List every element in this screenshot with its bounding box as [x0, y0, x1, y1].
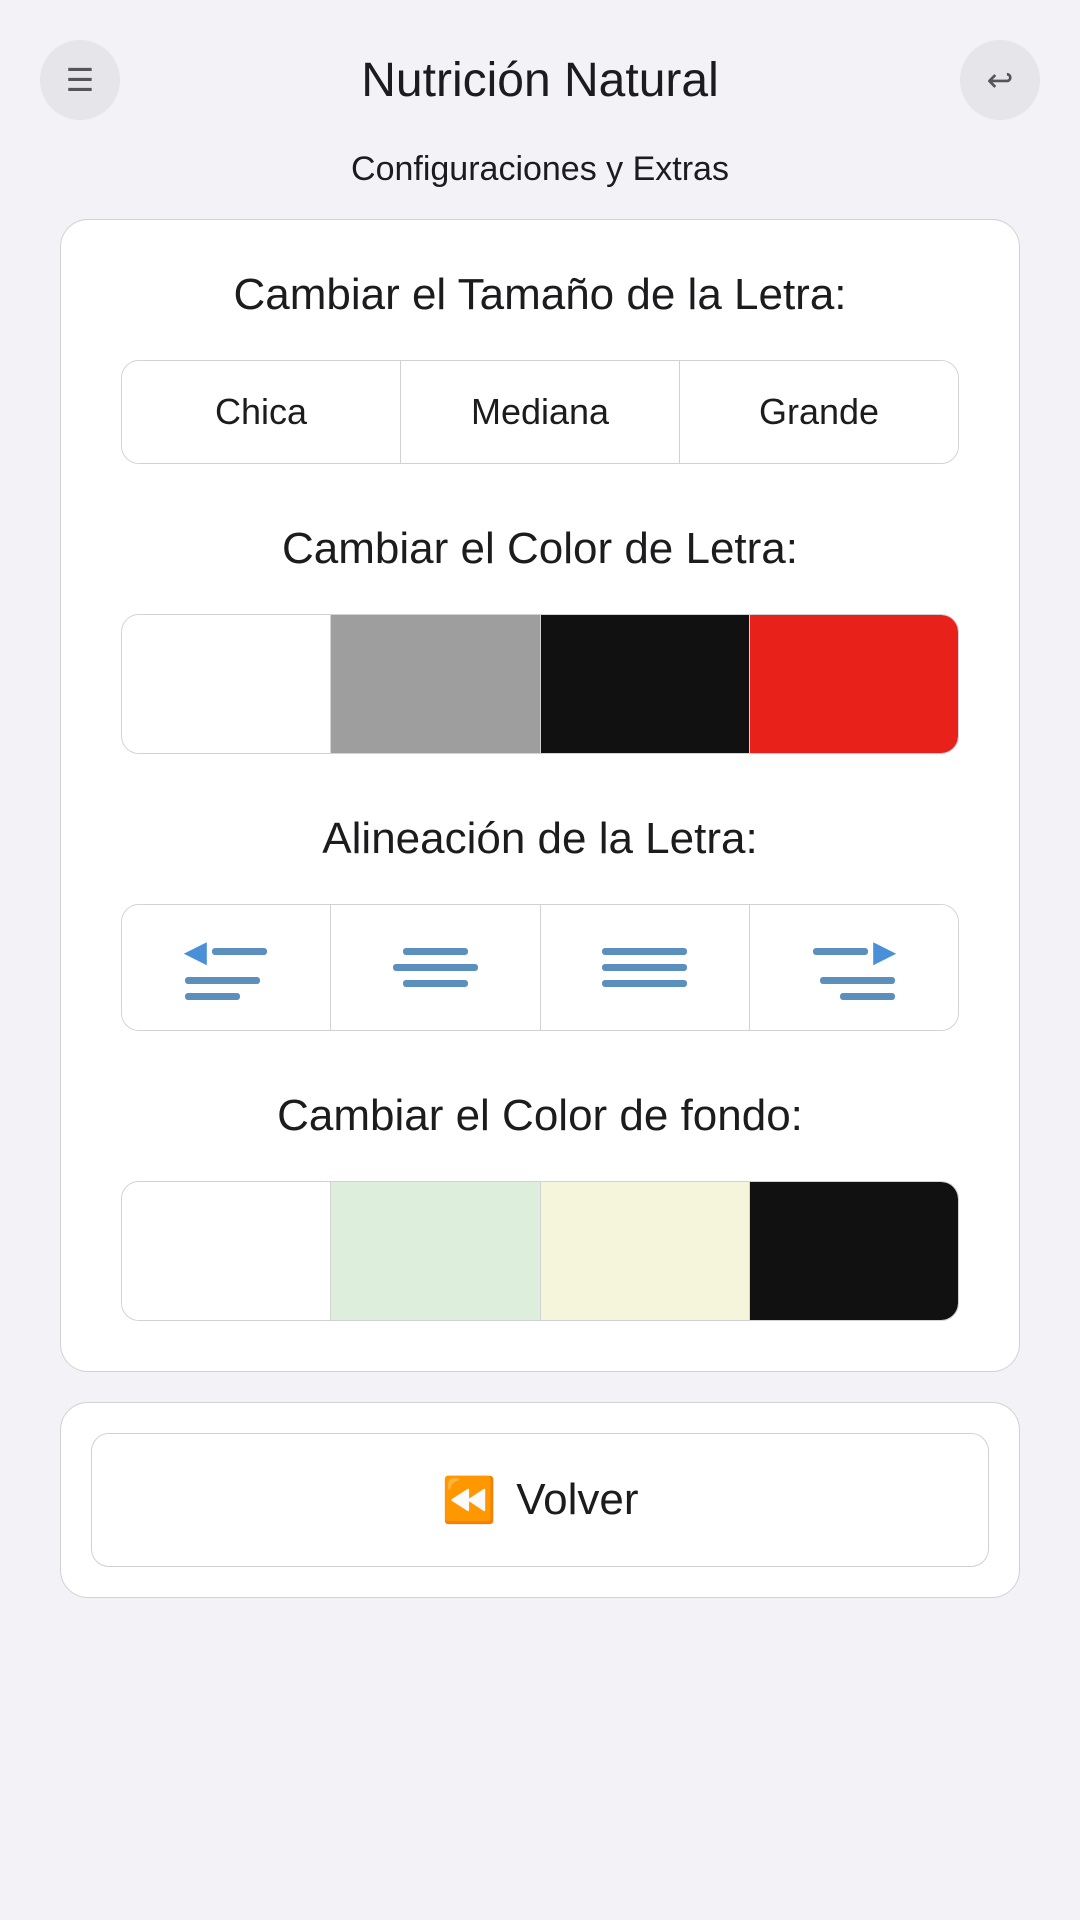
color-red[interactable] [750, 615, 958, 753]
page-subtitle: Configuraciones y Extras [351, 140, 729, 219]
color-black[interactable] [541, 615, 750, 753]
back-history-icon: ↩ [987, 61, 1014, 99]
align-justify-icon [602, 948, 687, 987]
font-color-selector [121, 614, 959, 754]
align-justify-button[interactable] [541, 905, 750, 1030]
align-right-button[interactable]: ▶ [750, 905, 958, 1030]
font-size-medium[interactable]: Mediana [401, 361, 680, 463]
back-history-button[interactable]: ↩ [960, 40, 1040, 120]
color-gray[interactable] [331, 615, 540, 753]
menu-icon: ☰ [66, 61, 95, 99]
font-size-small[interactable]: Chica [122, 361, 401, 463]
volver-button[interactable]: ⏪ Volver [91, 1433, 989, 1567]
footer-card: ⏪ Volver [60, 1402, 1020, 1598]
color-white[interactable] [122, 615, 331, 753]
volver-label: Volver [516, 1475, 638, 1525]
bg-color-title: Cambiar el Color de fondo: [121, 1091, 959, 1141]
app-title: Nutrición Natural [361, 53, 718, 108]
app-header: ☰ Nutrición Natural ↩ [0, 0, 1080, 140]
align-left-icon: ◀ [185, 935, 268, 1000]
align-center-button[interactable] [331, 905, 540, 1030]
font-size-large[interactable]: Grande [680, 361, 958, 463]
align-right-icon: ▶ [813, 935, 896, 1000]
font-size-selector: Chica Mediana Grande [121, 360, 959, 464]
bg-color-light-yellow[interactable] [541, 1182, 750, 1320]
bg-color-black[interactable] [750, 1182, 958, 1320]
volver-icon: ⏪ [441, 1474, 496, 1526]
align-center-icon [393, 948, 478, 987]
alignment-title: Alineación de la Letra: [121, 814, 959, 864]
bg-color-selector [121, 1181, 959, 1321]
bg-color-white[interactable] [122, 1182, 331, 1320]
alignment-selector: ◀ [121, 904, 959, 1031]
bg-color-light-green[interactable] [331, 1182, 540, 1320]
menu-button[interactable]: ☰ [40, 40, 120, 120]
font-color-title: Cambiar el Color de Letra: [121, 524, 959, 574]
settings-card: Cambiar el Tamaño de la Letra: Chica Med… [60, 219, 1020, 1372]
font-size-title: Cambiar el Tamaño de la Letra: [121, 270, 959, 320]
align-left-button[interactable]: ◀ [122, 905, 331, 1030]
